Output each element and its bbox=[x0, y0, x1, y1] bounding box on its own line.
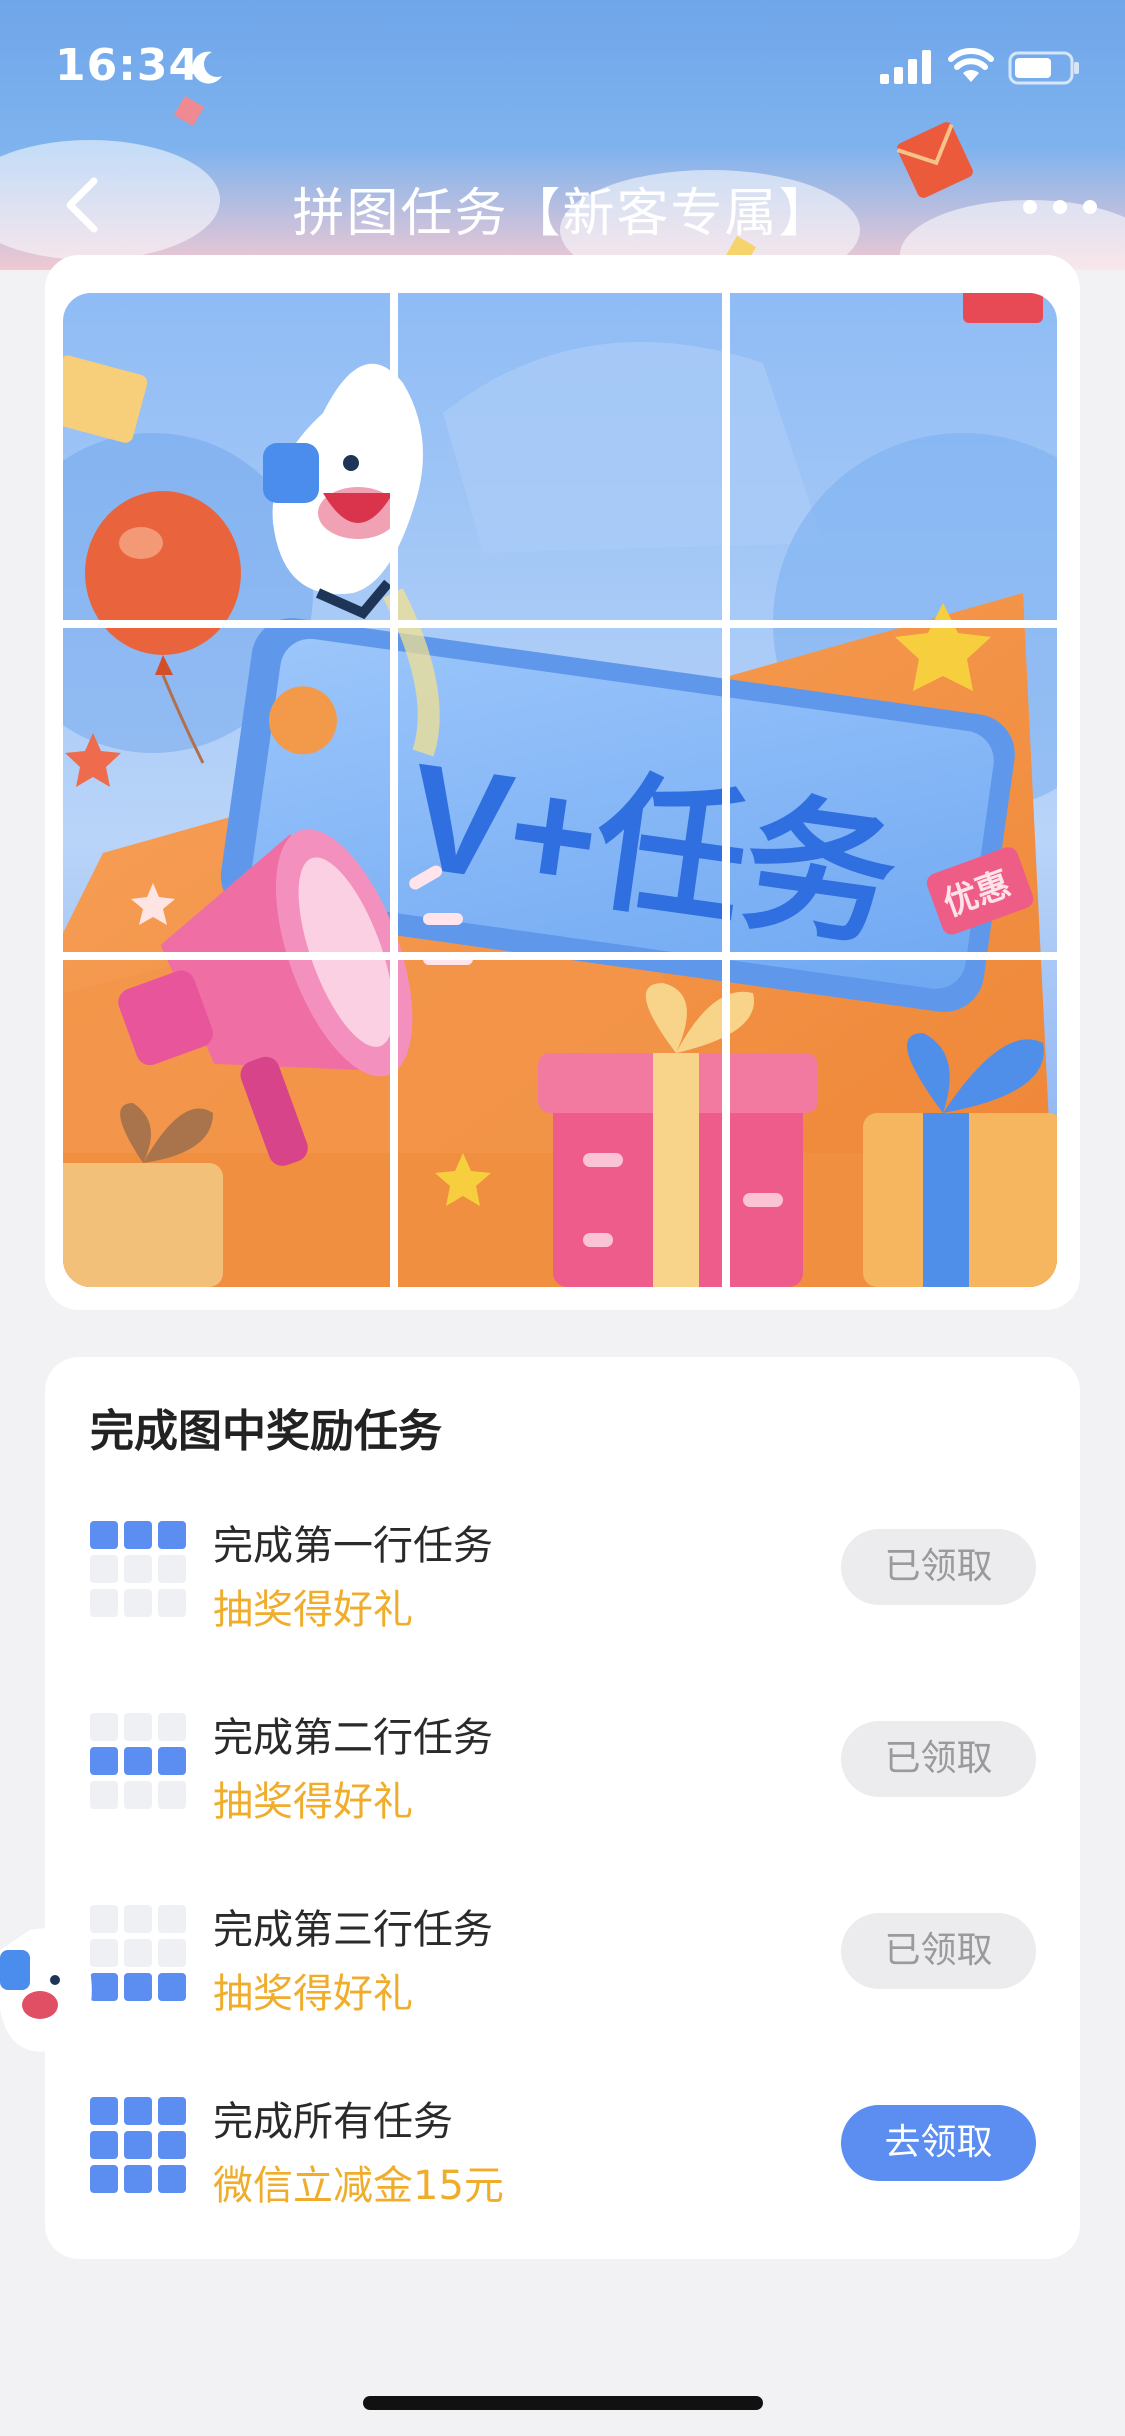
task-name: 完成第一行任务 bbox=[213, 1523, 493, 1569]
grid-cell-complete bbox=[90, 2165, 118, 2193]
grid-cell-complete bbox=[90, 1747, 118, 1775]
grid-cell-complete bbox=[90, 1521, 118, 1549]
grid-cell-empty bbox=[158, 1905, 186, 1933]
task-reward: 抽奖得好礼 bbox=[213, 1779, 413, 1825]
grid-cell-complete bbox=[124, 2097, 152, 2125]
claimed-button[interactable]: 已领取 bbox=[841, 1913, 1036, 1989]
grid-cell-empty bbox=[158, 1589, 186, 1617]
claimed-button[interactable]: 已领取 bbox=[841, 1721, 1036, 1797]
task-reward: 抽奖得好礼 bbox=[213, 1587, 413, 1633]
grid-cell-complete bbox=[90, 2131, 118, 2159]
grid-cell-empty bbox=[90, 1781, 118, 1809]
grid-cell-empty bbox=[158, 1713, 186, 1741]
grid-cell-empty bbox=[124, 1713, 152, 1741]
task-name: 完成所有任务 bbox=[213, 2099, 453, 2145]
grid-cell-empty bbox=[124, 1905, 152, 1933]
grid-cell-complete bbox=[158, 2097, 186, 2125]
puzzle-card: V+任务 优惠 bbox=[45, 255, 1080, 1310]
task-name: 完成第二行任务 bbox=[213, 1715, 493, 1761]
task-section-title: 完成图中奖励任务 bbox=[90, 1406, 442, 1457]
grid-cell-empty bbox=[124, 1555, 152, 1583]
grid-cell-empty bbox=[158, 1781, 186, 1809]
grid-cell-complete bbox=[124, 2131, 152, 2159]
puzzle-image: V+任务 优惠 bbox=[63, 293, 1057, 1287]
envelope-icon bbox=[896, 122, 973, 198]
grid-cell-complete bbox=[90, 2097, 118, 2125]
task-reward: 抽奖得好礼 bbox=[213, 1971, 413, 2017]
grid-cell-empty bbox=[90, 1555, 118, 1583]
grid-cell-empty bbox=[158, 1939, 186, 1967]
task-name: 完成第三行任务 bbox=[213, 1907, 493, 1953]
task-row: 完成第二行任务 抽奖得好礼 已领取 bbox=[45, 1699, 1080, 1839]
task-reward: 微信立减金15元 bbox=[213, 2163, 504, 2209]
grid-progress-icon bbox=[90, 1713, 186, 1809]
grid-cell-complete bbox=[158, 1747, 186, 1775]
grid-cell-empty bbox=[124, 1781, 152, 1809]
battery-icon bbox=[1008, 51, 1079, 85]
status-time: 16:34 bbox=[55, 40, 201, 91]
grid-cell-complete bbox=[158, 1521, 186, 1549]
task-row: 完成第三行任务 抽奖得好礼 已领取 bbox=[45, 1891, 1080, 2031]
home-indicator[interactable] bbox=[363, 2396, 763, 2410]
grid-cell-complete bbox=[158, 2131, 186, 2159]
header: 16:34 拼图任务【新客专属】 bbox=[0, 0, 1125, 270]
grid-cell-empty bbox=[124, 1589, 152, 1617]
grid-progress-icon bbox=[90, 2097, 186, 2193]
mascot-float-icon[interactable] bbox=[0, 1920, 100, 2070]
task-row: 完成所有任务微信立减金15元 去领取 bbox=[45, 2083, 1080, 2223]
moon-icon bbox=[192, 51, 222, 84]
claimed-button[interactable]: 已领取 bbox=[841, 1529, 1036, 1605]
grid-cell-complete bbox=[124, 1747, 152, 1775]
signal-icon bbox=[880, 50, 931, 84]
grid-cell-complete bbox=[158, 2165, 186, 2193]
task-row: 完成第一行任务 抽奖得好礼 已领取 bbox=[45, 1507, 1080, 1647]
grid-cell-complete bbox=[124, 1973, 152, 2001]
grid-cell-empty bbox=[158, 1555, 186, 1583]
grid-progress-icon bbox=[90, 1905, 186, 2001]
grid-cell-empty bbox=[90, 1713, 118, 1741]
grid-cell-empty bbox=[90, 1589, 118, 1617]
grid-progress-icon bbox=[90, 1521, 186, 1617]
wifi-icon bbox=[948, 48, 994, 82]
grid-cell-empty bbox=[124, 1939, 152, 1967]
task-card: 完成图中奖励任务 完成第一行任务 抽奖得好礼 已领取 完成第二行任务 抽奖得好礼 已领取完… bbox=[45, 1357, 1080, 2259]
claim-button[interactable]: 去领取 bbox=[841, 2105, 1036, 2181]
grid-cell-complete bbox=[124, 1521, 152, 1549]
grid-cell-complete bbox=[124, 2165, 152, 2193]
more-icon[interactable] bbox=[1020, 193, 1100, 221]
grid-cell-complete bbox=[158, 1973, 186, 2001]
